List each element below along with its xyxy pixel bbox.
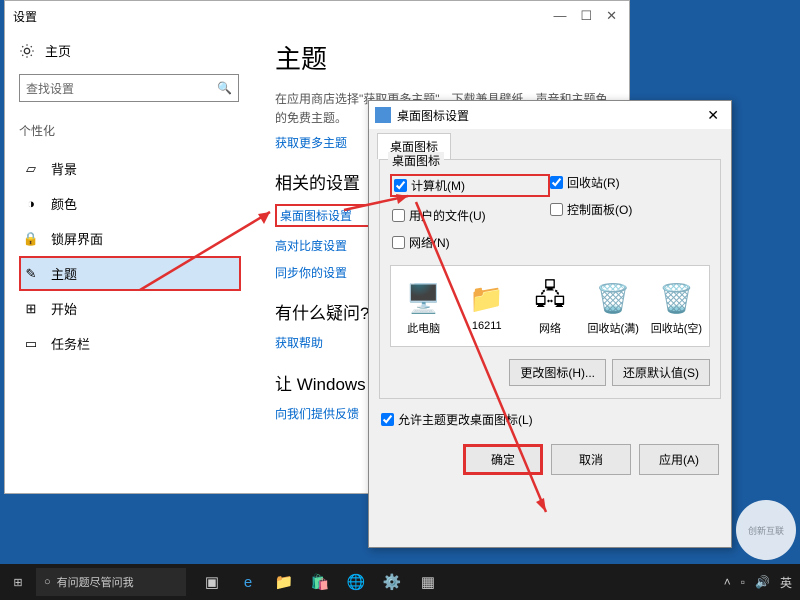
window-controls: — ☐ ✕ (553, 8, 617, 24)
maximize-button[interactable]: ☐ (580, 8, 592, 24)
browser-icon[interactable]: 🌐 (338, 564, 374, 600)
taskbar-pinned: ▣ e 📁 🛍️ 🌐 ⚙️ ▦ (194, 564, 446, 600)
watermark: 创新互联 (736, 500, 796, 560)
desktop-icons-group: 桌面图标 计算机(M) 用户的文件(U) 网络(N) 回收站(R) 控制面板(O… (379, 159, 721, 399)
icon-network[interactable]: 🖧网络 (523, 280, 576, 336)
sidebar-item-themes[interactable]: ✎ 主题 (19, 256, 241, 291)
sidebar-item-colors[interactable]: ◑ 颜色 (19, 186, 241, 221)
palette-icon: ◑ (23, 196, 39, 212)
network-icon: 🖧 (532, 280, 568, 316)
picture-icon: ▱ (23, 161, 39, 177)
theme-icon: ✎ (23, 266, 39, 282)
checkbox-user-files[interactable]: 用户的文件(U) (392, 207, 550, 224)
taskbar: ⊞ ○ 有问题尽管问我 ▣ e 📁 🛍️ 🌐 ⚙️ ▦ ˄ ▫ 🔊 英 (0, 564, 800, 600)
dialog-title: 桌面图标设置 (397, 107, 701, 124)
page-title: 主题 (275, 39, 619, 76)
ime-indicator[interactable]: 英 (780, 574, 792, 591)
start-button[interactable]: ⊞ (0, 564, 36, 600)
store-icon[interactable]: 🛍️ (302, 564, 338, 600)
cortana-placeholder: 有问题尽管问我 (57, 574, 134, 590)
sidebar-item-lockscreen[interactable]: 🔒 锁屏界面 (19, 221, 241, 256)
icon-preview: 🖥️此电脑 📁16211 🖧网络 🗑️回收站(满) 🗑️回收站(空) (390, 265, 710, 347)
apply-button[interactable]: 应用(A) (639, 444, 719, 475)
icon-recycle-full[interactable]: 🗑️回收站(满) (587, 280, 640, 336)
sidebar-item-background[interactable]: ▱ 背景 (19, 151, 241, 186)
icon-user[interactable]: 📁16211 (460, 280, 513, 336)
dialog-icon (375, 107, 391, 123)
checkbox-recycle-input[interactable] (550, 176, 563, 189)
icon-this-pc[interactable]: 🖥️此电脑 (397, 280, 450, 336)
taskbar-icon: ▭ (23, 336, 39, 352)
nav-label: 颜色 (51, 194, 77, 213)
feedback-link[interactable]: 向我们提供反馈 (275, 407, 359, 421)
home-label: 主页 (45, 41, 71, 60)
allow-themes-label: 允许主题更改桌面图标(L) (398, 411, 533, 428)
gear-icon (19, 43, 35, 59)
search-placeholder: 查找设置 (26, 80, 74, 97)
recycle-full-icon: 🗑️ (595, 280, 631, 316)
search-icon: 🔍 (217, 81, 232, 95)
recycle-empty-icon: 🗑️ (658, 280, 694, 316)
ok-button[interactable]: 确定 (463, 444, 543, 475)
get-help-link[interactable]: 获取帮助 (275, 336, 323, 350)
nav-label: 主题 (51, 264, 77, 283)
cancel-button[interactable]: 取消 (551, 444, 631, 475)
sidebar-item-start[interactable]: ⊞ 开始 (19, 291, 241, 326)
checkbox-recycle-bin[interactable]: 回收站(R) (550, 174, 708, 191)
checkbox-network[interactable]: 网络(N) (392, 234, 550, 251)
lock-icon: 🔒 (23, 231, 39, 247)
nav-label: 开始 (51, 299, 77, 318)
sidebar-item-taskbar[interactable]: ▭ 任务栏 (19, 326, 241, 361)
close-button[interactable]: ✕ (606, 8, 617, 24)
edge-icon[interactable]: e (230, 564, 266, 600)
checkbox-userfiles-input[interactable] (392, 209, 405, 222)
dialog-close-button[interactable]: ✕ (701, 107, 725, 124)
folder-icon: 📁 (469, 280, 505, 316)
explorer-icon[interactable]: 📁 (266, 564, 302, 600)
allow-themes-row[interactable]: 允许主题更改桌面图标(L) (369, 405, 731, 434)
settings-titlebar: 设置 — ☐ ✕ (5, 1, 629, 31)
task-view-icon[interactable]: ▣ (194, 564, 230, 600)
dialog-buttons: 确定 取消 应用(A) (369, 434, 731, 485)
system-tray: ˄ ▫ 🔊 英 (724, 574, 800, 591)
checkbox-computer-input[interactable] (394, 179, 407, 192)
nav-label: 背景 (51, 159, 77, 178)
checkbox-control-panel[interactable]: 控制面板(O) (550, 201, 708, 218)
search-input[interactable]: 查找设置 🔍 (19, 74, 239, 102)
section-label: 个性化 (19, 122, 241, 139)
settings-icon[interactable]: ⚙️ (374, 564, 410, 600)
restore-default-button[interactable]: 还原默认值(S) (612, 359, 710, 386)
network-tray-icon[interactable]: ▫ (741, 575, 745, 589)
checkbox-controlpanel-input[interactable] (550, 203, 563, 216)
desktop-icon-dialog: 桌面图标设置 ✕ 桌面图标 桌面图标 计算机(M) 用户的文件(U) 网络(N)… (368, 100, 732, 548)
nav-label: 任务栏 (51, 334, 90, 353)
dialog-titlebar: 桌面图标设置 ✕ (369, 101, 731, 129)
app-icon[interactable]: ▦ (410, 564, 446, 600)
start-icon: ⊞ (23, 301, 39, 317)
group-title: 桌面图标 (388, 152, 444, 169)
cortana-icon: ○ (44, 576, 51, 588)
icon-recycle-empty[interactable]: 🗑️回收站(空) (650, 280, 703, 336)
cortana-search[interactable]: ○ 有问题尽管问我 (36, 568, 186, 596)
tray-chevron-icon[interactable]: ˄ (724, 575, 731, 589)
checkbox-network-input[interactable] (392, 236, 405, 249)
home-link[interactable]: 主页 (19, 41, 241, 60)
window-title: 设置 (13, 8, 553, 25)
change-icon-button[interactable]: 更改图标(H)... (509, 359, 606, 386)
minimize-button[interactable]: — (553, 8, 566, 24)
settings-sidebar: 主页 查找设置 🔍 个性化 ▱ 背景 ◑ 颜色 🔒 锁屏界面 ✎ 主题 (5, 31, 255, 493)
volume-icon[interactable]: 🔊 (755, 575, 770, 589)
checkbox-computer[interactable]: 计算机(M) (390, 174, 550, 197)
computer-icon: 🖥️ (406, 280, 442, 316)
allow-themes-checkbox[interactable] (381, 413, 394, 426)
nav-label: 锁屏界面 (51, 229, 103, 248)
